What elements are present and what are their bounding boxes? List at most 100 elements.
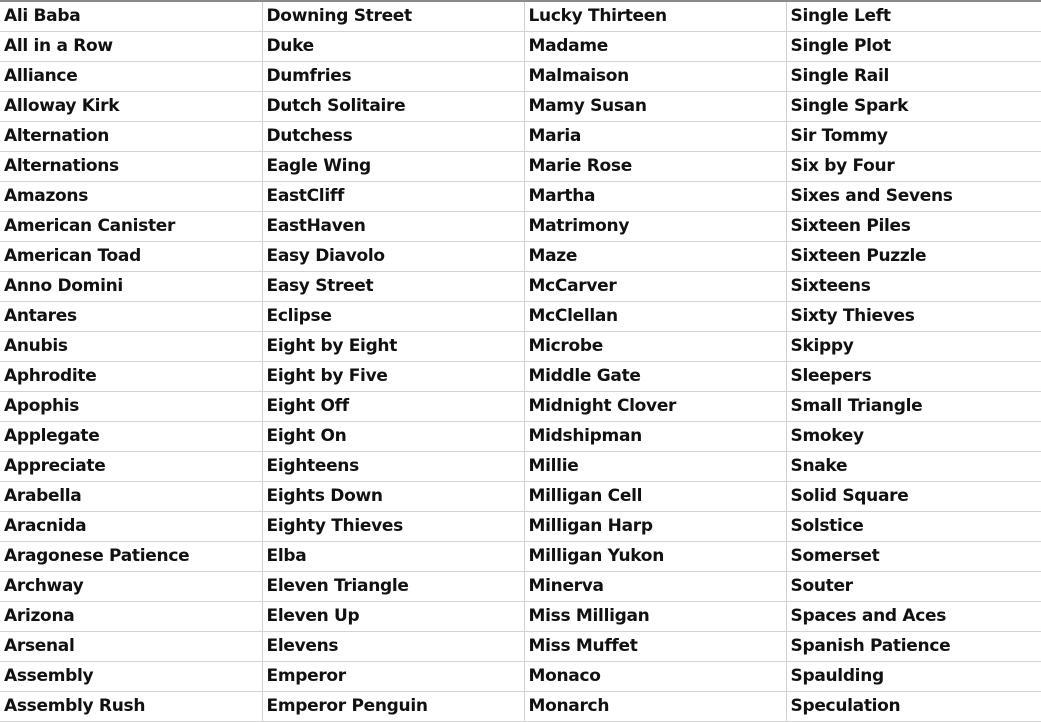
table-cell[interactable]: Easy Street: [262, 271, 525, 302]
table-cell[interactable]: Spanish Patience: [786, 631, 1041, 662]
table-cell[interactable]: Alloway Kirk: [0, 91, 263, 122]
table-cell[interactable]: EastHaven: [262, 211, 525, 242]
table-cell[interactable]: Eight Off: [262, 391, 525, 422]
table-cell[interactable]: Madame: [524, 31, 787, 62]
table-cell[interactable]: Sixteen Puzzle: [786, 241, 1041, 272]
table-cell[interactable]: Eleven Up: [262, 601, 525, 632]
table-cell[interactable]: Single Left: [786, 2, 1041, 32]
table-cell[interactable]: Middle Gate: [524, 361, 787, 392]
table-cell[interactable]: American Toad: [0, 241, 263, 272]
table-cell[interactable]: Monarch: [524, 691, 787, 722]
table-cell[interactable]: Assembly: [0, 661, 263, 692]
table-cell[interactable]: Eight by Eight: [262, 331, 525, 362]
table-cell[interactable]: Matrimony: [524, 211, 787, 242]
table-cell[interactable]: Aracnida: [0, 511, 263, 542]
table-cell[interactable]: Sir Tommy: [786, 121, 1041, 152]
table-cell[interactable]: Eight On: [262, 421, 525, 452]
table-cell[interactable]: All in a Row: [0, 31, 263, 62]
table-cell[interactable]: Milligan Harp: [524, 511, 787, 542]
table-cell[interactable]: Duke: [262, 31, 525, 62]
table-cell[interactable]: Aragonese Patience: [0, 541, 263, 572]
table-cell[interactable]: Milligan Cell: [524, 481, 787, 512]
table-cell[interactable]: American Canister: [0, 211, 263, 242]
table-cell[interactable]: Eighteens: [262, 451, 525, 482]
table-cell[interactable]: Maze: [524, 241, 787, 272]
table-cell[interactable]: Alternation: [0, 121, 263, 152]
table-cell[interactable]: Minerva: [524, 571, 787, 602]
table-cell[interactable]: Aphrodite: [0, 361, 263, 392]
table-cell[interactable]: Sixteens: [786, 271, 1041, 302]
table-cell[interactable]: Applegate: [0, 421, 263, 452]
table-cell[interactable]: Millie: [524, 451, 787, 482]
table-cell[interactable]: Lucky Thirteen: [524, 2, 787, 32]
table-cell[interactable]: Easy Diavolo: [262, 241, 525, 272]
table-cell[interactable]: McCarver: [524, 271, 787, 302]
table-cell[interactable]: Microbe: [524, 331, 787, 362]
table-cell[interactable]: Small Triangle: [786, 391, 1041, 422]
table-row: Alternation Dutchess Maria Sir Tommy: [0, 121, 1041, 152]
table-cell[interactable]: Somerset: [786, 541, 1041, 572]
table-cell[interactable]: Midnight Clover: [524, 391, 787, 422]
table-cell[interactable]: Snake: [786, 451, 1041, 482]
table-cell[interactable]: Marie Rose: [524, 151, 787, 182]
table-cell[interactable]: Single Plot: [786, 31, 1041, 62]
table-cell[interactable]: Dutch Solitaire: [262, 91, 525, 122]
table-cell[interactable]: Eighty Thieves: [262, 511, 525, 542]
table-cell[interactable]: Elba: [262, 541, 525, 572]
table-cell[interactable]: Dutchess: [262, 121, 525, 152]
table-cell[interactable]: Solid Square: [786, 481, 1041, 512]
table-cell[interactable]: Skippy: [786, 331, 1041, 362]
table-cell[interactable]: Ali Baba: [0, 2, 263, 32]
table-cell[interactable]: Arizona: [0, 601, 263, 632]
table-cell[interactable]: Six by Four: [786, 151, 1041, 182]
table-cell[interactable]: Miss Milligan: [524, 601, 787, 632]
table-cell[interactable]: Appreciate: [0, 451, 263, 482]
table-cell[interactable]: Smokey: [786, 421, 1041, 452]
table-cell[interactable]: Solstice: [786, 511, 1041, 542]
table-cell[interactable]: Eights Down: [262, 481, 525, 512]
table-cell[interactable]: Amazons: [0, 181, 263, 212]
table-cell[interactable]: Alliance: [0, 61, 263, 92]
table-cell[interactable]: Elevens: [262, 631, 525, 662]
table-row: Alloway Kirk Dutch Solitaire Mamy Susan Sin…: [0, 91, 1041, 122]
table-cell[interactable]: Milligan Yukon: [524, 541, 787, 572]
table-cell[interactable]: Eclipse: [262, 301, 525, 332]
table-cell[interactable]: Sixty Thieves: [786, 301, 1041, 332]
table-cell[interactable]: Anubis: [0, 331, 263, 362]
table-cell[interactable]: Apophis: [0, 391, 263, 422]
table-cell[interactable]: Eleven Triangle: [262, 571, 525, 602]
table-cell[interactable]: Archway: [0, 571, 263, 602]
table-cell[interactable]: McClellan: [524, 301, 787, 332]
table-cell[interactable]: Souter: [786, 571, 1041, 602]
table-cell[interactable]: Anno Domini: [0, 271, 263, 302]
table-cell[interactable]: Speculation: [786, 691, 1041, 722]
table-cell[interactable]: Arabella: [0, 481, 263, 512]
table-cell[interactable]: Assembly Rush: [0, 691, 263, 722]
table-cell[interactable]: Sixes and Sevens: [786, 181, 1041, 212]
table-cell[interactable]: Spaulding: [786, 661, 1041, 692]
table-cell[interactable]: Malmaison: [524, 61, 787, 92]
table-row: Apophis Eight Off Midnight Clover Small Tri…: [0, 391, 1041, 422]
table-cell[interactable]: Dumfries: [262, 61, 525, 92]
table-cell[interactable]: Monaco: [524, 661, 787, 692]
table-cell[interactable]: Emperor Penguin: [262, 691, 525, 722]
table-cell[interactable]: Alternations: [0, 151, 263, 182]
table-cell[interactable]: EastCliff: [262, 181, 525, 212]
table-cell[interactable]: Martha: [524, 181, 787, 212]
table-cell[interactable]: Midshipman: [524, 421, 787, 452]
table-cell[interactable]: Sleepers: [786, 361, 1041, 392]
table-row: Antares Eclipse McClellan Sixty Thieves: [0, 301, 1041, 332]
table-cell[interactable]: Maria: [524, 121, 787, 152]
table-cell[interactable]: Arsenal: [0, 631, 263, 662]
table-cell[interactable]: Sixteen Piles: [786, 211, 1041, 242]
table-cell[interactable]: Downing Street: [262, 2, 525, 32]
table-cell[interactable]: Antares: [0, 301, 263, 332]
table-cell[interactable]: Single Rail: [786, 61, 1041, 92]
table-cell[interactable]: Spaces and Aces: [786, 601, 1041, 632]
table-cell[interactable]: Miss Muffet: [524, 631, 787, 662]
table-cell[interactable]: Eagle Wing: [262, 151, 525, 182]
table-cell[interactable]: Emperor: [262, 661, 525, 692]
table-cell[interactable]: Eight by Five: [262, 361, 525, 392]
table-cell[interactable]: Single Spark: [786, 91, 1041, 122]
table-cell[interactable]: Mamy Susan: [524, 91, 787, 122]
